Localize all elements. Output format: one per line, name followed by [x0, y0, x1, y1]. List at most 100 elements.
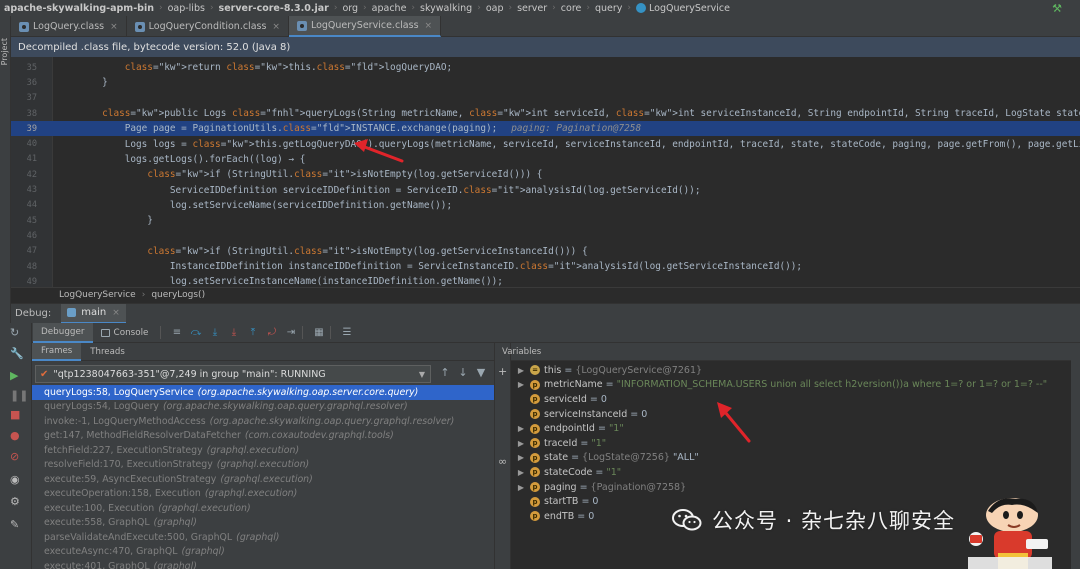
- tab-log-query-condition[interactable]: LogQueryCondition.class ×: [127, 16, 289, 37]
- close-icon[interactable]: ×: [425, 21, 433, 31]
- editor-breadcrumb-method[interactable]: queryLogs(): [151, 290, 205, 300]
- code-line[interactable]: 46: [11, 228, 1080, 243]
- tab-console[interactable]: Console: [93, 323, 157, 343]
- frame-item[interactable]: execute:59, AsyncExecutionStrategy (graph…: [32, 472, 494, 487]
- debug-session-tab[interactable]: main ×: [61, 303, 126, 324]
- resume-icon[interactable]: ▶: [10, 369, 18, 382]
- chevron-right-icon[interactable]: ▶: [516, 468, 526, 477]
- frame-item[interactable]: execute:401, GraphQL (graphql): [32, 559, 494, 569]
- variable-row[interactable]: ▶ p paging = {Pagination@7258}: [511, 480, 1071, 495]
- pause-icon[interactable]: ❚❚: [10, 389, 28, 402]
- chevron-right-icon[interactable]: ▶: [516, 439, 526, 448]
- breadcrumb-apache[interactable]: apache: [372, 3, 407, 14]
- breadcrumb-project[interactable]: apache-skywalking-apm-bin: [4, 3, 154, 14]
- code-line[interactable]: 42 class="kw">if (StringUtil.class="it">…: [11, 167, 1080, 182]
- breadcrumb-oap-libs[interactable]: oap-libs: [168, 3, 205, 14]
- code-line[interactable]: 35 class="kw">return class="kw">this.cla…: [11, 60, 1080, 75]
- variable-row[interactable]: p serviceInstanceId = 0: [511, 407, 1071, 422]
- filter-icon[interactable]: ▼: [472, 366, 490, 379]
- arrow-down-icon[interactable]: ↓: [454, 366, 472, 379]
- hammer-icon[interactable]: ⚒: [1052, 2, 1062, 15]
- code-line[interactable]: 43 ServiceIDDefinition serviceIDDefiniti…: [11, 182, 1080, 197]
- mute-breakpoints-icon[interactable]: ⊘: [10, 450, 19, 463]
- editor-breadcrumb-class[interactable]: LogQueryService: [59, 290, 136, 300]
- stop-icon[interactable]: ■: [10, 408, 20, 421]
- line-number: 44: [26, 200, 37, 211]
- run-to-cursor-icon[interactable]: ⇥: [283, 325, 298, 340]
- chevron-right-icon[interactable]: ▶: [516, 424, 526, 433]
- variable-row[interactable]: p serviceId = 0: [511, 392, 1071, 407]
- frame-item[interactable]: invoke:-1, LogQueryMethodAccess (org.apac…: [32, 414, 494, 429]
- variable-row[interactable]: ▶ p state = {LogState@7256} "ALL": [511, 451, 1071, 466]
- code-line[interactable]: 36 }: [11, 75, 1080, 90]
- code-line[interactable]: 45 }: [11, 213, 1080, 228]
- close-icon[interactable]: ×: [112, 308, 120, 318]
- breadcrumb-skywalking[interactable]: skywalking: [420, 3, 472, 14]
- frame-item[interactable]: get:147, MethodFieldResolverDataFetcher(…: [32, 429, 494, 444]
- frame-item[interactable]: execute:100, Execution (graphql.execution…: [32, 501, 494, 516]
- view-breakpoints-icon[interactable]: ●: [10, 429, 20, 442]
- code-line[interactable]: 39 Page page = PaginationUtils.class="fl…: [11, 121, 1080, 137]
- code-line[interactable]: 41 logs.getLogs().forEach((log) → {: [11, 152, 1080, 167]
- add-watch-icon[interactable]: +: [498, 365, 507, 378]
- rerun-icon[interactable]: ↻: [10, 326, 19, 339]
- watch-glasses-icon[interactable]: ∞: [498, 455, 507, 468]
- chevron-right-icon[interactable]: ▶: [516, 366, 526, 375]
- settings-icon[interactable]: 🔧: [10, 347, 24, 360]
- chevron-right-icon[interactable]: ▶: [516, 483, 526, 492]
- chevron-right-icon[interactable]: ▶: [516, 380, 526, 389]
- code-line[interactable]: 47 class="kw">if (StringUtil.class="it">…: [11, 244, 1080, 259]
- frame-item[interactable]: resolveField:170, ExecutionStrategy (grap…: [32, 458, 494, 473]
- breadcrumb-jar[interactable]: server-core-8.3.0.jar: [219, 3, 329, 14]
- gear-icon[interactable]: ⚙: [10, 495, 20, 508]
- step-into-icon[interactable]: ⤓: [207, 325, 222, 340]
- breadcrumb-oap[interactable]: oap: [486, 3, 504, 14]
- chevron-right-icon[interactable]: ▶: [516, 453, 526, 462]
- frame-item[interactable]: parseValidateAndExecute:500, GraphQL (gra…: [32, 530, 494, 545]
- project-tool-label[interactable]: Project: [0, 38, 11, 65]
- code-line[interactable]: 38 class="kw">public Logs class="fnhl">q…: [11, 106, 1080, 121]
- tab-log-query-service[interactable]: LogQueryService.class ×: [288, 16, 442, 37]
- code-line[interactable]: 40 Logs logs = class="kw">this.getLogQue…: [11, 137, 1080, 152]
- frame-item[interactable]: queryLogs:54, LogQuery (org.apache.skywal…: [32, 400, 494, 415]
- frame-item[interactable]: execute:558, GraphQL (graphql): [32, 516, 494, 531]
- code-line[interactable]: 37: [11, 91, 1080, 106]
- line-number: 45: [26, 215, 37, 226]
- arrow-up-icon[interactable]: ↑: [436, 366, 454, 379]
- show-execution-point-icon[interactable]: ≡: [169, 325, 184, 340]
- tab-log-query[interactable]: LogQuery.class ×: [11, 16, 127, 37]
- frame-item[interactable]: queryLogs:58, LogQueryService (org.apache…: [32, 385, 494, 400]
- drop-frame-icon[interactable]: ⤾: [264, 325, 279, 340]
- code-line[interactable]: 48 InstanceIDDefinition instanceIDDefini…: [11, 259, 1080, 274]
- step-out-icon[interactable]: ⤒: [245, 325, 260, 340]
- step-over-icon[interactable]: ⤼: [188, 325, 203, 340]
- variable-row[interactable]: ▶ p endpointId = "1": [511, 421, 1071, 436]
- variable-row[interactable]: ▶ p traceId = "1": [511, 436, 1071, 451]
- breadcrumb-core[interactable]: core: [561, 3, 582, 14]
- code-editor[interactable]: 35 class="kw">return class="kw">this.cla…: [11, 57, 1080, 287]
- force-step-into-icon[interactable]: ⤓: [226, 325, 241, 340]
- frame-item[interactable]: executeOperation:158, Execution (graphql.…: [32, 487, 494, 502]
- restore-layout-icon[interactable]: ☰: [339, 325, 354, 340]
- frame-item[interactable]: fetchField:227, ExecutionStrategy (graphq…: [32, 443, 494, 458]
- breadcrumb-org[interactable]: org: [342, 3, 358, 14]
- variable-row[interactable]: ▶ p stateCode = "1": [511, 465, 1071, 480]
- variable-row[interactable]: ▶ = this = {LogQueryService@7261}: [511, 363, 1071, 378]
- code-line[interactable]: 44 log.setServiceName(serviceIDDefinitio…: [11, 198, 1080, 213]
- breadcrumb-server[interactable]: server: [517, 3, 547, 14]
- evaluate-expression-icon[interactable]: ▦: [311, 325, 326, 340]
- tab-label: LogQueryCondition.class: [148, 21, 267, 32]
- breadcrumb-query[interactable]: query: [595, 3, 622, 14]
- thread-select[interactable]: ✔ "qtp1238047663-351"@7,249 in group "ma…: [35, 365, 431, 383]
- frame-item[interactable]: executeAsync:470, GraphQL (graphql): [32, 545, 494, 560]
- breadcrumb-class[interactable]: LogQueryService: [649, 3, 730, 14]
- tab-debugger[interactable]: Debugger: [33, 322, 93, 343]
- get-thread-dump-icon[interactable]: ◉: [10, 473, 20, 486]
- code-line[interactable]: 49 log.setServiceInstanceName(instanceID…: [11, 274, 1080, 287]
- tab-threads[interactable]: Threads: [81, 343, 134, 361]
- close-icon[interactable]: ×: [110, 22, 118, 32]
- close-icon[interactable]: ×: [272, 22, 280, 32]
- tab-frames[interactable]: Frames: [32, 342, 82, 361]
- pin-icon[interactable]: ✎: [10, 518, 19, 531]
- variable-row[interactable]: ▶ p metricName = "INFORMATION_SCHEMA.USERS u…: [511, 378, 1071, 393]
